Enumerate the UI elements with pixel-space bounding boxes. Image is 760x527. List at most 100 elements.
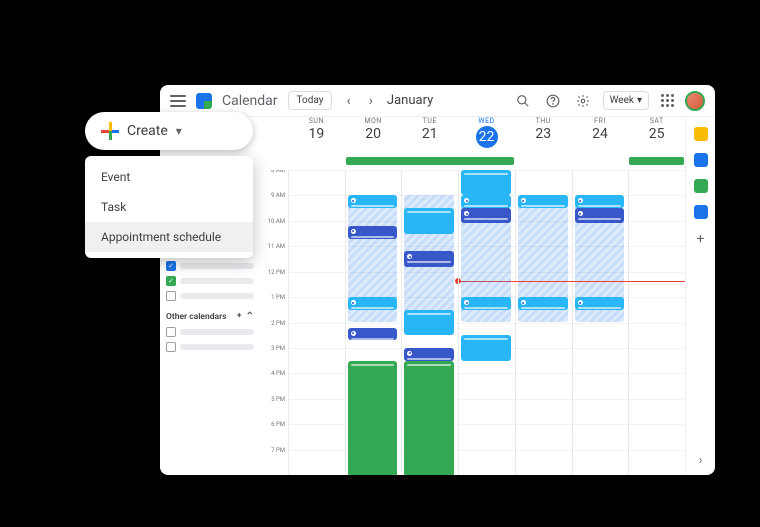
keep-icon[interactable]	[694, 127, 708, 141]
checkbox-icon[interactable]: ✓	[166, 276, 176, 286]
day-header-cell[interactable]: TUE21	[401, 117, 458, 157]
day-header-cell[interactable]: THU23	[515, 117, 572, 157]
calendar-row[interactable]: ✓	[166, 261, 254, 271]
event-dot-icon	[578, 300, 583, 305]
calendar-event[interactable]	[348, 195, 398, 208]
create-button[interactable]: Create ▾	[85, 112, 253, 150]
calendar-event[interactable]	[518, 297, 568, 310]
day-number: 22	[476, 126, 498, 148]
calendar-event[interactable]	[461, 208, 511, 223]
calendar-event[interactable]	[461, 335, 511, 360]
calendar-event[interactable]	[348, 297, 398, 310]
calendar-event[interactable]	[575, 208, 625, 223]
checkbox-icon[interactable]: ✓	[166, 261, 176, 271]
settings-icon[interactable]	[573, 91, 593, 111]
prev-week-button[interactable]: ‹	[342, 93, 354, 109]
day-header-cell[interactable]: MON20	[345, 117, 402, 157]
day-column[interactable]	[458, 170, 515, 475]
time-label: 9 AM	[260, 192, 288, 217]
time-label: 8 AM	[260, 170, 288, 192]
calendar-row[interactable]	[166, 342, 254, 352]
calendar-event[interactable]	[404, 361, 454, 475]
calendar-event[interactable]	[575, 297, 625, 310]
time-label: 7 PM	[260, 447, 288, 472]
allday-event[interactable]	[629, 157, 684, 165]
calendar-event[interactable]	[404, 208, 454, 233]
allday-slot[interactable]	[401, 157, 458, 167]
allday-slot[interactable]	[628, 157, 685, 167]
allday-slot[interactable]	[288, 157, 345, 167]
day-column[interactable]	[288, 170, 345, 475]
plus-icon[interactable]: +	[237, 311, 242, 322]
calendar-event[interactable]	[461, 297, 511, 310]
contacts-icon[interactable]	[694, 205, 708, 219]
help-icon[interactable]	[543, 91, 563, 111]
event-dot-icon	[464, 198, 469, 203]
day-of-week-label: FRI	[572, 117, 629, 125]
calendar-row[interactable]	[166, 291, 254, 301]
day-header-cell[interactable]: FRI24	[572, 117, 629, 157]
other-calendars-header[interactable]: Other calendars +⌃	[166, 311, 254, 322]
calendar-row[interactable]: ✓	[166, 276, 254, 286]
day-column[interactable]	[628, 170, 685, 475]
allday-slot[interactable]	[572, 157, 629, 167]
view-selector[interactable]: Week▾	[603, 91, 649, 110]
avatar[interactable]	[685, 91, 705, 111]
today-button[interactable]: Today	[288, 91, 333, 110]
create-label: Create	[127, 123, 168, 139]
event-dot-icon	[578, 211, 583, 216]
side-panel: +›	[685, 117, 715, 475]
time-label: 4 PM	[260, 370, 288, 395]
calendar-event[interactable]	[404, 310, 454, 335]
month-label: January	[387, 93, 433, 108]
calendar-event[interactable]	[404, 251, 454, 266]
allday-slot[interactable]	[458, 157, 515, 167]
calendar-row[interactable]	[166, 327, 254, 337]
checkbox-icon[interactable]	[166, 342, 176, 352]
calendar-event[interactable]	[575, 195, 625, 208]
allday-slot[interactable]	[515, 157, 572, 167]
chevron-up-icon: ⌃	[246, 311, 254, 322]
next-week-button[interactable]: ›	[365, 93, 377, 109]
allday-slot[interactable]	[345, 157, 402, 167]
day-number: 25	[628, 126, 685, 142]
day-header-row: SUN19MON20TUE21WED22THU23FRI24SAT25	[260, 117, 685, 157]
maps-icon[interactable]	[694, 179, 708, 193]
collapse-panel-icon[interactable]: ›	[699, 453, 703, 467]
day-of-week-label: MON	[345, 117, 402, 125]
tasks-icon[interactable]	[694, 153, 708, 167]
create-menu-item[interactable]: Appointment schedule	[85, 222, 253, 252]
day-column[interactable]	[401, 170, 458, 475]
day-header-cell[interactable]: WED22	[458, 117, 515, 157]
calendar-event[interactable]	[348, 226, 398, 239]
calendar-event[interactable]	[404, 348, 454, 361]
time-label: 3 PM	[260, 345, 288, 370]
grid-body: 8 AM9 AM10 AM11 AM12 PM1 PM2 PM3 PM4 PM5…	[260, 170, 685, 475]
day-column[interactable]	[572, 170, 629, 475]
calendar-event[interactable]	[348, 361, 398, 475]
day-header-cell[interactable]: SUN19	[288, 117, 345, 157]
add-addon-icon[interactable]: +	[697, 231, 705, 247]
day-header-cell[interactable]: SAT25	[628, 117, 685, 157]
app-title: Calendar	[222, 93, 278, 109]
event-dot-icon	[578, 198, 583, 203]
menu-icon[interactable]	[170, 95, 186, 107]
checkbox-icon[interactable]	[166, 291, 176, 301]
day-number: 24	[572, 126, 629, 142]
day-of-week-label: SUN	[288, 117, 345, 125]
calendar-grid: SUN19MON20TUE21WED22THU23FRI24SAT25 8 AM…	[260, 117, 685, 475]
calendar-event[interactable]	[518, 195, 568, 208]
time-gutter: 8 AM9 AM10 AM11 AM12 PM1 PM2 PM3 PM4 PM5…	[260, 170, 288, 475]
day-column[interactable]	[515, 170, 572, 475]
day-column[interactable]	[345, 170, 402, 475]
calendar-event[interactable]	[461, 195, 511, 208]
search-icon[interactable]	[513, 91, 533, 111]
checkbox-icon[interactable]	[166, 327, 176, 337]
create-menu-item[interactable]: Task	[85, 192, 253, 222]
allday-row	[260, 157, 685, 167]
calendar-event[interactable]	[348, 328, 398, 341]
calendar-event[interactable]	[461, 170, 511, 195]
apps-grid-icon[interactable]	[659, 93, 675, 109]
day-columns	[288, 170, 685, 475]
create-menu-item[interactable]: Event	[85, 162, 253, 192]
